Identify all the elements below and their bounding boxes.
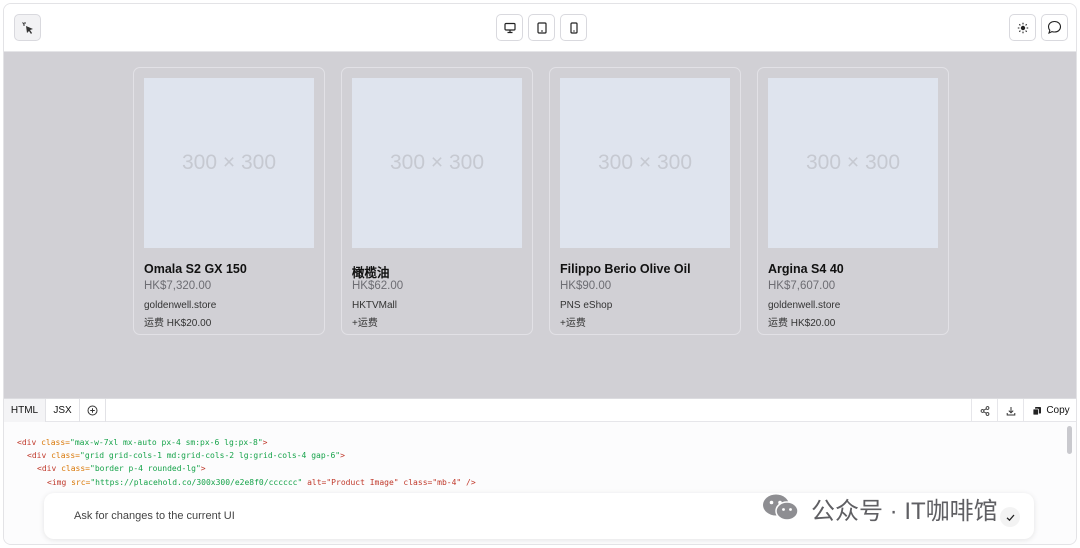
code-line: <div class="border p-4 rounded-lg">: [37, 464, 206, 473]
mobile-view-button[interactable]: [560, 14, 587, 41]
monitor-icon: [503, 22, 516, 33]
plus-circle-icon: [87, 405, 98, 416]
submit-button[interactable]: [1000, 507, 1020, 527]
top-toolbar: [4, 4, 1076, 52]
check-icon: [1006, 514, 1014, 521]
code-line: <div class="max-w-7xl mx-auto px-4 sm:px…: [17, 438, 268, 447]
code-line: <div class="grid grid-cols-1 md:grid-col…: [27, 451, 345, 460]
product-card[interactable]: 300 × 300 Omala S2 GX 150 HK$7,320.00 go…: [133, 67, 325, 335]
product-store: goldenwell.store: [144, 300, 217, 311]
product-shipping: +运费: [560, 318, 586, 329]
product-title: Omala S2 GX 150: [144, 262, 247, 276]
theme-toggle-button[interactable]: [1009, 14, 1036, 41]
code-line: <img src="https://placehold.co/300x300/e…: [47, 478, 476, 487]
copy-label: Copy: [1046, 405, 1070, 416]
preview-canvas: 300 × 300 Omala S2 GX 150 HK$7,320.00 go…: [4, 52, 1076, 398]
download-icon: [1006, 406, 1015, 415]
product-shipping: +运费: [352, 318, 378, 329]
tab-html[interactable]: HTML: [4, 399, 46, 422]
download-button[interactable]: [997, 399, 1023, 422]
watermark: 公众号 · IT咖啡馆: [761, 492, 998, 525]
product-store: PNS eShop: [560, 300, 613, 311]
product-title: Argina S4 40: [768, 262, 844, 276]
element-select-button[interactable]: [14, 14, 41, 41]
product-image-placeholder: 300 × 300: [768, 78, 938, 248]
copy-button[interactable]: Copy: [1023, 399, 1076, 422]
close-icon[interactable]: ✕: [538, 542, 546, 544]
product-image-placeholder: 300 × 300: [560, 78, 730, 248]
product-price: HK$7,320.00: [144, 280, 212, 292]
wechat-logo-icon: [763, 494, 799, 521]
product-card[interactable]: 300 × 300 橄榄油 HK$62.00 HKTVMall +运费: [341, 67, 533, 335]
share-icon: [980, 405, 989, 416]
product-title: 橄榄油: [352, 266, 390, 280]
desktop-view-button[interactable]: [496, 14, 523, 41]
product-card[interactable]: 300 × 300 Filippo Berio Olive Oil HK$90.…: [549, 67, 741, 335]
product-store: goldenwell.store: [768, 300, 841, 311]
product-store: HKTVMall: [352, 300, 398, 311]
watermark-text: 公众号 · IT咖啡馆: [811, 497, 998, 525]
product-shipping: 运费 HK$20.00: [768, 318, 836, 329]
phone-icon: [569, 21, 578, 34]
share-button[interactable]: [971, 399, 997, 422]
tablet-view-button[interactable]: [528, 14, 555, 41]
chat-bubble-icon: [1047, 20, 1062, 35]
chat-toggle-button[interactable]: [1041, 14, 1068, 41]
product-image-placeholder: 300 × 300: [352, 78, 522, 248]
product-price: HK$62.00: [352, 280, 404, 292]
product-price: HK$90.00: [560, 280, 612, 292]
product-image-placeholder: 300 × 300: [144, 78, 314, 248]
product-shipping: 运费 HK$20.00: [144, 318, 212, 329]
code-panel-toolbar: HTML JSX Copy: [4, 398, 1076, 422]
copy-icon: [1032, 406, 1042, 415]
add-tab-button[interactable]: [80, 399, 106, 422]
sun-icon: [1017, 22, 1028, 33]
tab-jsx[interactable]: JSX: [46, 399, 80, 422]
code-scrollbar[interactable]: [1067, 426, 1072, 454]
product-title: Filippo Berio Olive Oil: [560, 262, 691, 276]
app-window: 300 × 300 Omala S2 GX 150 HK$7,320.00 go…: [3, 3, 1077, 545]
product-card[interactable]: 300 × 300 Argina S4 40 HK$7,607.00 golde…: [757, 67, 949, 335]
tablet-icon: [536, 21, 547, 34]
cursor-select-icon: [21, 21, 33, 34]
product-price: HK$7,607.00: [768, 280, 836, 292]
